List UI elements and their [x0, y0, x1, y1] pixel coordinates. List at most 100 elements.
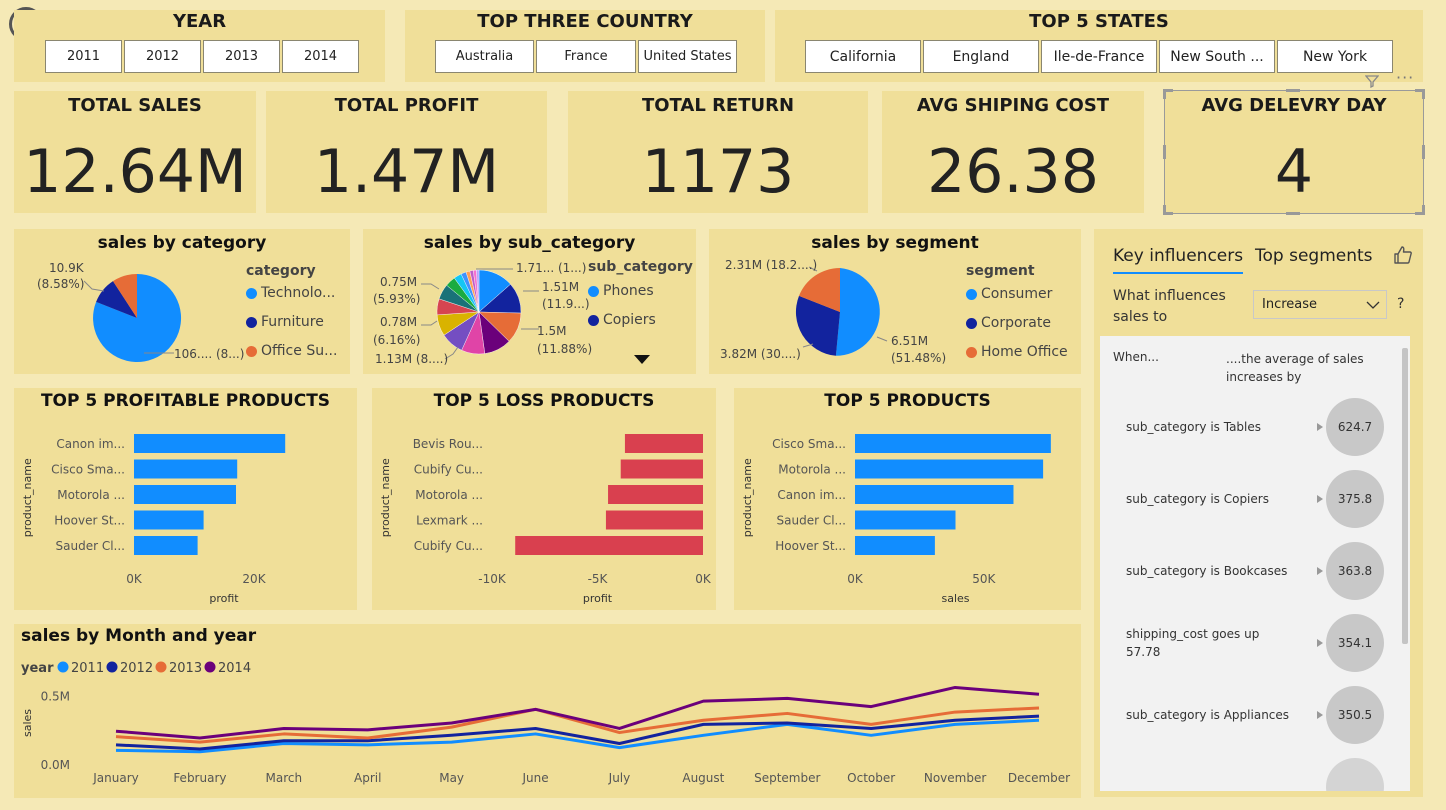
kpi-value: 1173 [641, 137, 795, 207]
resize-handle[interactable] [1422, 145, 1425, 159]
tab-top-segments[interactable]: Top segments [1255, 246, 1373, 266]
influencer-list: When... ....the average of sales increas… [1100, 336, 1410, 791]
resize-handle[interactable] [1286, 212, 1300, 215]
loss-products-bar-chart[interactable]: TOP 5 LOSS PRODUCTS Bevis Rou... Cubify Cu… [372, 388, 716, 610]
legend-marker[interactable] [204, 661, 216, 673]
state-england-button[interactable]: England [923, 40, 1039, 73]
x-tick-label: May [439, 771, 464, 785]
x-tick-label: April [354, 771, 381, 785]
influencer-row[interactable]: sub_category is Bookcases 363.8 [1100, 542, 1400, 612]
bar[interactable] [620, 459, 703, 479]
state-california-button[interactable]: California [805, 40, 921, 73]
pie-label: (11.9...) [542, 297, 590, 311]
influencer-row[interactable]: sub_category is Tables 624.7 [1100, 398, 1400, 468]
state-new-south-button[interactable]: New South ... [1159, 40, 1275, 73]
year-2013-button[interactable]: 2013 [203, 40, 280, 73]
legend-marker[interactable] [155, 661, 167, 673]
bar[interactable] [855, 485, 1014, 504]
country-australia-button[interactable]: Australia [435, 40, 534, 73]
resize-handle[interactable] [1163, 205, 1173, 215]
resize-handle[interactable] [1415, 89, 1425, 99]
legend-label[interactable]: 2012 [120, 661, 153, 676]
influencer-direction-select[interactable]: Increase [1253, 290, 1387, 319]
legend-label[interactable]: 2011 [71, 661, 104, 676]
resize-handle[interactable] [1163, 145, 1166, 159]
profitable-products-bar-chart[interactable]: TOP 5 PROFITABLE PRODUCTS Canon im... Cisc… [14, 388, 357, 610]
segment-pie[interactable] [794, 266, 886, 358]
country-france-button[interactable]: France [536, 40, 636, 73]
state-new-york-button[interactable]: New York [1277, 40, 1393, 73]
x-tick-label: June [521, 771, 548, 785]
kpi-avg-delivery-day[interactable]: AVG DELEVRY DAY 4 [1163, 89, 1425, 215]
bar[interactable] [624, 434, 703, 453]
legend-marker[interactable] [57, 661, 69, 673]
country-united-states-button[interactable]: United States [638, 40, 737, 73]
pie-label: (8.58%) [37, 277, 85, 291]
resize-handle[interactable] [1286, 89, 1300, 92]
sales-by-month-card: sales by Month and year year 2011 2012 2013 2… [14, 624, 1081, 798]
year-2012-button[interactable]: 2012 [124, 40, 201, 73]
help-icon[interactable]: ? [1397, 296, 1404, 312]
bar[interactable] [608, 485, 703, 504]
category-pie[interactable] [87, 268, 187, 368]
legend-item-phones[interactable]: Phones [588, 283, 654, 299]
bar[interactable] [855, 536, 935, 555]
filter-icon[interactable] [1365, 74, 1379, 88]
kpi-title: TOTAL PROFIT [334, 95, 479, 116]
bar[interactable] [134, 459, 238, 479]
influencer-value-bubble: 375.8 [1326, 470, 1384, 528]
kpi-title: AVG SHIPING COST [916, 95, 1110, 116]
legend-item-consumer[interactable]: Consumer [966, 286, 1052, 302]
subcategory-pie[interactable] [434, 267, 524, 357]
top-products-bar-chart[interactable]: TOP 5 PRODUCTS Cisco Sma... Motorola ... Ca… [734, 388, 1081, 610]
bar[interactable] [134, 510, 204, 530]
x-tick-label: -5K [588, 572, 609, 586]
bar[interactable] [605, 510, 703, 530]
year-2014-button[interactable]: 2014 [282, 40, 359, 73]
legend-item-office-supplies[interactable]: Office Su... [246, 343, 337, 359]
pie-label: 0.78M [380, 315, 418, 329]
legend-title: category [246, 263, 316, 279]
legend-item-home-office[interactable]: Home Office [966, 344, 1068, 360]
sales-by-month-line-chart[interactable]: sales by Month and year year 2011 2012 2013 2… [14, 624, 1081, 798]
bar[interactable] [855, 459, 1044, 479]
resize-handle[interactable] [1163, 89, 1173, 99]
chart-title: sales by Month and year [21, 626, 257, 646]
bar[interactable] [515, 536, 703, 555]
thumbs-up-icon[interactable] [1393, 245, 1413, 265]
x-tick-label: March [266, 771, 303, 785]
bar[interactable] [855, 510, 956, 530]
legend-item-copiers[interactable]: Copiers [588, 312, 656, 328]
influencer-row[interactable]: sub_category is Copiers 375.8 [1100, 470, 1400, 540]
more-options-icon[interactable]: ··· [1396, 68, 1414, 87]
x-tick-label: 20K [242, 572, 266, 586]
tab-key-influencers[interactable]: Key influencers [1113, 246, 1244, 274]
kpi-total-sales: TOTAL SALES 12.64M [14, 91, 256, 213]
x-tick-label: February [173, 771, 226, 785]
legend-item-technology[interactable]: Technolo... [246, 285, 335, 301]
scrollbar[interactable] [1402, 348, 1408, 644]
legend-label[interactable]: 2014 [218, 661, 251, 676]
legend-label[interactable]: 2013 [169, 661, 202, 676]
state-ile-de-france-button[interactable]: Ile-de-France [1041, 40, 1157, 73]
bar[interactable] [134, 434, 286, 453]
chart-title: sales by category [97, 233, 267, 253]
bar[interactable] [134, 536, 198, 555]
x-axis-label: profit [583, 592, 613, 605]
pie-slice-consumer[interactable] [835, 268, 880, 356]
year-2011-button[interactable]: 2011 [45, 40, 122, 73]
bar[interactable] [134, 485, 236, 504]
legend-marker[interactable] [106, 661, 118, 673]
legend-scroll-down-icon[interactable] [634, 355, 650, 364]
category-label: Hoover St... [775, 539, 846, 553]
x-axis-label: sales [941, 592, 969, 605]
caret-right-icon [1317, 495, 1323, 503]
resize-handle[interactable] [1415, 205, 1425, 215]
column-header-average: ....the average of sales increases by [1226, 352, 1364, 384]
legend-item-corporate[interactable]: Corporate [966, 315, 1051, 331]
influencer-row[interactable]: shipping_cost goes up 57.78 354.1 [1100, 614, 1400, 684]
category-label: Cisco Sma... [772, 437, 846, 451]
bar[interactable] [855, 434, 1051, 453]
legend-item-furniture[interactable]: Furniture [246, 314, 324, 330]
influencer-row[interactable]: sub_category is Appliances 350.5 [1100, 686, 1400, 756]
